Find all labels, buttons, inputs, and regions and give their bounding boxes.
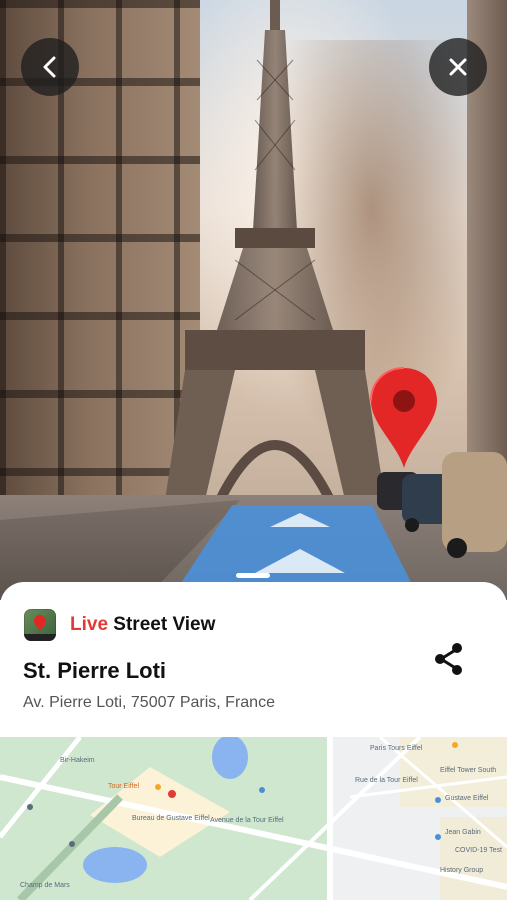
map-label-rue: Rue de la Tour Eiffel [355, 777, 418, 784]
app-icon-strip [24, 634, 56, 641]
map-label-jean-gabin: Jean Gabin [445, 829, 481, 836]
chevron-left-icon [43, 56, 56, 78]
close-icon [449, 58, 467, 76]
app-pin-icon [34, 615, 46, 631]
place-address: Av. Pierre Loti, 75007 Paris, France [23, 694, 275, 711]
app-name-rest: Street View [108, 614, 216, 635]
location-pin-icon[interactable] [369, 366, 439, 470]
app-header: Live Street View [24, 608, 215, 642]
back-button[interactable] [21, 38, 79, 96]
sheet-drag-handle[interactable] [236, 573, 270, 578]
map-view[interactable]: Tour Eiffel Bureau de Gustave Eiffel Ave… [0, 737, 507, 900]
map-label-champ: Champ de Mars [20, 882, 70, 889]
map-label-covid: COVID-19 Test [455, 847, 502, 854]
map-label-paris-tours: Paris Tours Eiffel [370, 745, 423, 752]
eiffel-tower [165, 0, 385, 503]
app-name-accent: Live [70, 614, 109, 635]
map-label-gustave: Gustave Eiffel [445, 795, 489, 802]
map-label-eiffel-sud: Eiffel Tower South [440, 767, 497, 774]
share-icon [435, 643, 462, 675]
share-button[interactable] [430, 640, 468, 678]
close-button[interactable] [429, 38, 487, 96]
map-label-history: History Group [440, 867, 484, 874]
map-label-tour-eiffel: Tour Eiffel [108, 783, 139, 790]
app-name: Live Street View [70, 614, 215, 636]
place-title: St. Pierre Loti [23, 658, 167, 683]
map-label-bureau: Bureau de Gustave Eiffel [132, 815, 210, 822]
app-icon [24, 609, 56, 641]
map-label-bir-hakeim: Bir-Hakeim [60, 757, 95, 764]
map-label-avenue: Avenue de la Tour Eiffel [210, 817, 284, 824]
street-view-photo[interactable] [0, 0, 507, 600]
